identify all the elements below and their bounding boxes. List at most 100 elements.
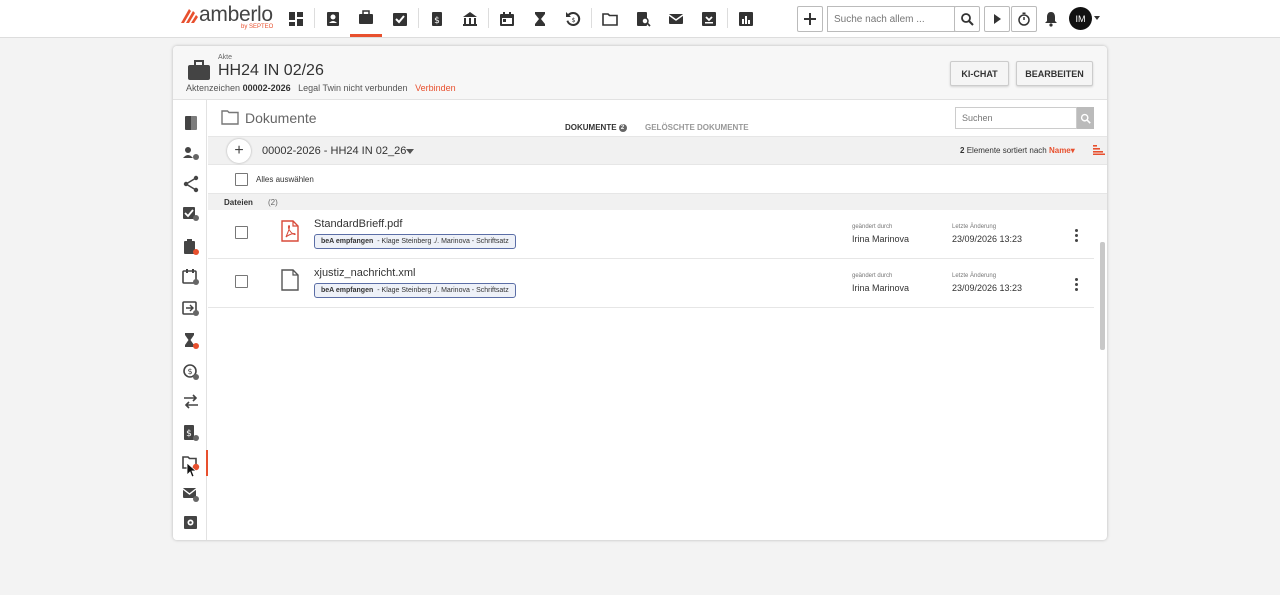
- more-options-icon[interactable]: [1075, 229, 1079, 243]
- sort-direction-icon[interactable]: [1093, 145, 1105, 155]
- share-icon[interactable]: [182, 175, 200, 193]
- play-timer-button[interactable]: [984, 6, 1010, 32]
- briefcase-icon: [188, 60, 210, 80]
- tag-text: Klage Steinberg ./. Marinova - Schriftsa…: [381, 238, 509, 245]
- dashboard-icon[interactable]: [280, 0, 312, 37]
- calendar-icon[interactable]: [491, 0, 523, 37]
- inbox-icon[interactable]: [693, 0, 725, 37]
- select-all-row: Alles auswählen: [208, 165, 1107, 193]
- user-avatar[interactable]: IM: [1069, 7, 1092, 30]
- sort-field-dropdown[interactable]: Name▾: [1049, 146, 1075, 155]
- documents-header: Dokumente DOKUMENTE 2 GELÖSCHTE DOKUMENTE…: [208, 100, 1107, 136]
- schedule-icon[interactable]: [182, 299, 200, 317]
- akte-header: Akte HH24 IN 02/26 Aktenzeichen 00002-20…: [173, 46, 1107, 100]
- sort-text: Elemente sortiert nach: [966, 146, 1047, 155]
- documents-search-button[interactable]: [1077, 107, 1094, 129]
- chevron-down-icon[interactable]: [1094, 16, 1100, 20]
- file-checkbox[interactable]: [235, 275, 248, 288]
- documents-title: Dokumente: [245, 110, 317, 126]
- search-icon: [1080, 113, 1091, 124]
- akte-label: Akte: [218, 54, 233, 61]
- file-tag[interactable]: beA empfangen - Klage Steinberg ./. Mari…: [314, 234, 516, 249]
- sort-info: 2 Elemente sortiert nach Name▾: [960, 146, 1075, 155]
- participants-icon[interactable]: [182, 145, 200, 163]
- calendar-rail-icon[interactable]: [182, 268, 200, 286]
- nav-separator: [488, 8, 489, 28]
- tab-label: DOKUMENTE: [565, 123, 617, 132]
- add-button[interactable]: [797, 6, 823, 32]
- breadcrumb[interactable]: 00002-2026 - HH24 IN 02_26: [262, 145, 406, 157]
- contacts-icon[interactable]: [317, 0, 349, 37]
- pdf-icon: [281, 220, 299, 242]
- folder-icon[interactable]: [594, 0, 626, 37]
- invoice-rail-icon[interactable]: $: [182, 424, 200, 442]
- top-bar: amberlo by SEPTEO $ $ Suche nach allem .…: [0, 0, 1280, 38]
- clipboard-icon[interactable]: [182, 238, 200, 256]
- file-row[interactable]: xjustiz_nachricht.xml beA empfangen - Kl…: [208, 259, 1094, 308]
- group-header: Dateien (2): [208, 193, 1107, 210]
- tag-text: Klage Steinberg ./. Marinova - Schriftsa…: [381, 287, 509, 294]
- billing-history-icon[interactable]: $: [182, 363, 200, 381]
- search-icon: [961, 13, 974, 26]
- tab-count-badge: 2: [618, 124, 627, 132]
- document-search-icon[interactable]: [627, 0, 659, 37]
- file-name[interactable]: xjustiz_nachricht.xml: [314, 267, 415, 279]
- global-search-input[interactable]: Suche nach allem ...: [827, 6, 955, 32]
- nav-separator: [727, 8, 728, 28]
- tab-dokumente[interactable]: DOKUMENTE 2: [565, 123, 627, 132]
- history-icon[interactable]: $: [557, 0, 589, 37]
- notifications-icon[interactable]: [1036, 0, 1066, 37]
- element-count: 2: [960, 146, 965, 155]
- tasks-rail-icon[interactable]: [182, 205, 200, 223]
- global-search-button[interactable]: [954, 6, 980, 32]
- file-name[interactable]: StandardBrieff.pdf: [314, 218, 402, 230]
- transfer-icon[interactable]: [182, 393, 200, 411]
- bank-icon[interactable]: [454, 0, 486, 37]
- svg-text:$: $: [187, 367, 192, 376]
- tab-geloeschte-dokumente[interactable]: GELÖSCHTE DOKUMENTE: [645, 123, 749, 132]
- last-change-value: 23/09/2026 13:23: [952, 283, 1023, 293]
- hourglass-icon[interactable]: [524, 0, 556, 37]
- matters-icon[interactable]: [350, 0, 382, 37]
- group-label: Dateien: [224, 198, 253, 207]
- mail-rail-icon[interactable]: [182, 485, 200, 503]
- overview-icon[interactable]: [182, 114, 200, 132]
- changed-by-value: Irina Marinova: [852, 234, 910, 244]
- mouse-cursor-icon: [186, 462, 196, 478]
- sort-field-label: Name: [1048, 146, 1071, 155]
- invoice-icon[interactable]: $: [421, 0, 453, 37]
- nav-separator: [314, 8, 315, 28]
- svg-text:$: $: [186, 429, 192, 439]
- add-document-button[interactable]: +: [227, 139, 251, 163]
- scrollbar[interactable]: [1100, 242, 1105, 350]
- nav-separator: [418, 8, 419, 28]
- aktenzeichen-label: Aktenzeichen: [186, 83, 241, 93]
- ki-chat-button[interactable]: KI-CHAT: [950, 61, 1009, 86]
- reports-icon[interactable]: [730, 0, 762, 37]
- last-change-label: Letzte Änderung: [952, 224, 997, 230]
- edit-button[interactable]: BEARBEITEN: [1016, 61, 1093, 86]
- file-row[interactable]: StandardBrieff.pdf beA empfangen - Klage…: [208, 210, 1094, 259]
- time-tracking-icon[interactable]: [182, 332, 200, 350]
- select-all-checkbox[interactable]: [235, 173, 248, 186]
- play-icon: [994, 14, 1001, 24]
- nav-separator: [591, 8, 592, 28]
- file-checkbox[interactable]: [235, 226, 248, 239]
- file-icon: [281, 269, 299, 291]
- documents-search-input[interactable]: Suchen: [955, 107, 1077, 129]
- file-tag[interactable]: beA empfangen - Klage Steinberg ./. Mari…: [314, 283, 516, 298]
- mail-icon[interactable]: [660, 0, 692, 37]
- path-bar: + 00002-2026 - HH24 IN 02_26 2 Elemente …: [208, 136, 1107, 165]
- aktenzeichen-value: 00002-2026: [242, 83, 291, 93]
- connect-link[interactable]: Verbinden: [415, 83, 456, 93]
- last-change-label: Letzte Änderung: [952, 273, 997, 279]
- settings-icon[interactable]: [182, 514, 200, 532]
- logo-mark-icon: [181, 9, 198, 23]
- more-options-icon[interactable]: [1075, 278, 1079, 292]
- stopwatch-button[interactable]: [1011, 6, 1037, 32]
- chevron-down-icon[interactable]: [406, 149, 414, 154]
- tag-bold-text: beA empfangen: [321, 238, 374, 245]
- tasks-icon[interactable]: [384, 0, 416, 37]
- legal-twin-status: Legal Twin nicht verbunden: [298, 83, 408, 93]
- group-count: (2): [268, 198, 278, 207]
